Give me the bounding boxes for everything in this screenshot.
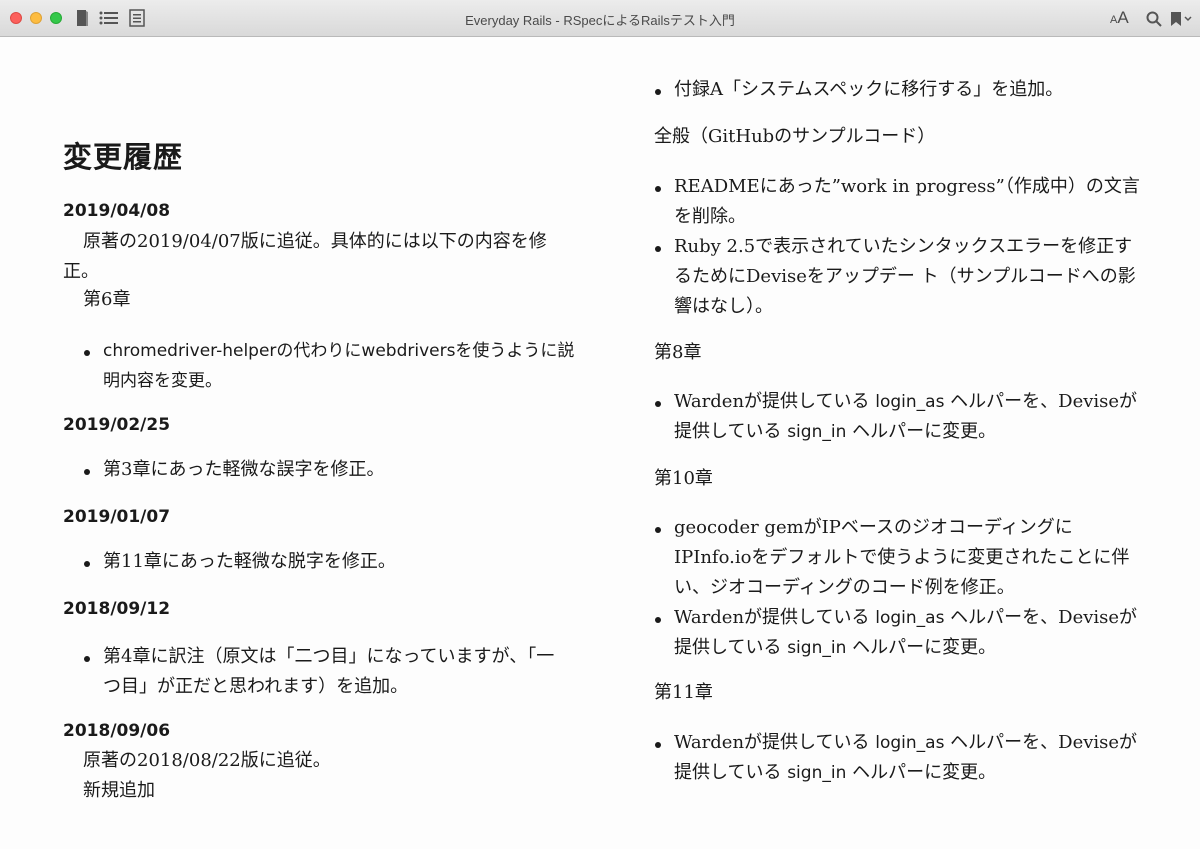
- list-item: READMEにあった”work in progress”（作成中）の文言を削除。: [654, 172, 1144, 232]
- date-heading: 2019/01/07: [63, 507, 171, 527]
- paragraph: 原著の2019/04/07版に追従。具体的には以下の内容を修正。: [63, 231, 547, 282]
- inline-code: login_as: [875, 392, 945, 412]
- inline-code: sign_in: [787, 763, 847, 783]
- paragraph: 第6章: [83, 289, 131, 310]
- list-item: 付録A「システムスペックに移行する」を追加。: [654, 75, 1144, 105]
- inline-code: login_as: [875, 733, 945, 753]
- paragraph: 新規追加: [83, 780, 155, 801]
- list-item: geocoder gemがIPベースのジオコーディングにIPInfo.ioをデフ…: [654, 513, 1144, 603]
- list-item: Ruby 2.5で表示されていたシンタックスエラーを修正するためにDeviseを…: [654, 232, 1144, 322]
- bullet-list: READMEにあった”work in progress”（作成中）の文言を削除。…: [654, 172, 1144, 322]
- search-icon[interactable]: [1146, 10, 1162, 28]
- date-heading: 2019/04/08: [63, 201, 171, 221]
- section-heading: 第11章: [654, 682, 713, 703]
- bullet-list: Wardenが提供している login_as ヘルパーを、Deviseが提供して…: [654, 387, 1144, 447]
- bookmark-icon[interactable]: [1170, 10, 1194, 28]
- bullet-list: 付録A「システムスペックに移行する」を追加。: [654, 75, 1144, 105]
- list-item: chromedriver-helperの代わりにwebdriversを使うように…: [83, 336, 578, 396]
- date-heading: 2018/09/06: [63, 721, 171, 741]
- page-title: 変更履歴: [63, 140, 184, 174]
- inline-code: login_as: [875, 608, 945, 628]
- zoom-button[interactable]: [50, 12, 62, 24]
- bullet-list: Wardenが提供している login_as ヘルパーを、Deviseが提供して…: [654, 728, 1144, 788]
- date-heading: 2018/09/12: [63, 599, 171, 619]
- list-item: 第4章に訳注（原文は「二つ目」になっていますが、「一つ目」が正だと思われます）を…: [83, 642, 558, 702]
- title-bar: Everyday Rails - RSpecによるRailsテスト入門 AA: [0, 0, 1200, 37]
- close-button[interactable]: [10, 12, 22, 24]
- book-page: 変更履歴 2019/04/08 原著の2019/04/07版に追従。具体的には以…: [0, 37, 1200, 849]
- paragraph: 原著の2018/08/22版に追従。: [83, 750, 331, 771]
- section-heading: 第10章: [654, 468, 713, 489]
- bullet-list: chromedriver-helperの代わりにwebdriversを使うように…: [83, 336, 578, 396]
- inline-code: sign_in: [787, 422, 847, 442]
- book-icon[interactable]: [75, 9, 89, 27]
- list-item: Wardenが提供している login_as ヘルパーを、Deviseが提供して…: [654, 603, 1144, 663]
- list-icon[interactable]: [99, 9, 119, 27]
- date-heading: 2019/02/25: [63, 415, 171, 435]
- bullet-list: 第3章にあった軽微な誤字を修正。: [83, 455, 578, 485]
- inline-code: sign_in: [787, 638, 847, 658]
- list-item: 第11章にあった軽微な脱字を修正。: [83, 547, 578, 577]
- bullet-list: 第11章にあった軽微な脱字を修正。: [83, 547, 578, 577]
- section-heading: 第8章: [654, 342, 702, 363]
- bullet-list: 第4章に訳注（原文は「二つ目」になっていますが、「一つ目」が正だと思われます）を…: [83, 642, 558, 702]
- list-item: Wardenが提供している login_as ヘルパーを、Deviseが提供して…: [654, 387, 1144, 447]
- notes-icon[interactable]: [129, 9, 145, 27]
- font-size-button[interactable]: AA: [1110, 8, 1129, 28]
- list-item: Wardenが提供している login_as ヘルパーを、Deviseが提供して…: [654, 728, 1144, 788]
- list-item: 第3章にあった軽微な誤字を修正。: [83, 455, 578, 485]
- window-title: Everyday Rails - RSpecによるRailsテスト入門: [465, 13, 735, 28]
- minimize-button[interactable]: [30, 12, 42, 24]
- section-heading: 全般（GitHubのサンプルコード）: [654, 126, 936, 147]
- bullet-list: geocoder gemがIPベースのジオコーディングにIPInfo.ioをデフ…: [654, 513, 1144, 663]
